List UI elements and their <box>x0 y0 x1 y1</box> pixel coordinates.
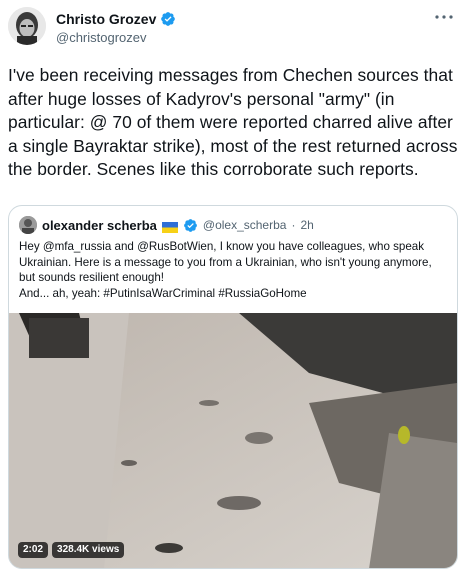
author-name-row: Christo Grozev <box>56 11 176 27</box>
author-name[interactable]: Christo Grozev <box>56 11 156 27</box>
quoted-author-name[interactable]: olexander scherba <box>42 218 157 233</box>
author-handle[interactable]: @christogrozev <box>56 30 176 45</box>
video-views: 328.4K views <box>52 542 125 558</box>
author-avatar-image <box>8 7 46 45</box>
quoted-text-line: And... ah, yeah: #PutinIsaWarCriminal #R… <box>19 286 307 300</box>
video-player[interactable]: 2:02 328.4K views <box>9 313 457 568</box>
ukraine-flag-icon <box>161 220 178 233</box>
quoted-verified-badge-icon <box>183 218 197 232</box>
tweet-header: Christo Grozev @christogrozev <box>8 7 458 47</box>
quoted-avatar-image <box>19 216 37 234</box>
author-avatar[interactable] <box>8 7 46 45</box>
separator-dot: · <box>291 218 296 232</box>
quoted-text-line: Hey @mfa_russia and @RusBotWien, I know … <box>19 240 432 284</box>
tweet-text: I've been receiving messages from Cheche… <box>8 65 458 179</box>
more-dots-icon[interactable] <box>434 13 454 21</box>
quoted-author-handle[interactable]: @olex_scherba <box>203 218 287 232</box>
verified-badge-icon <box>161 12 176 26</box>
video-duration: 2:02 <box>18 542 49 558</box>
quoted-tweet-text: Hey @mfa_russia and @RusBotWien, I know … <box>19 239 447 301</box>
quoted-author-avatar[interactable] <box>19 216 37 234</box>
quoted-tweet[interactable]: olexander scherba @olex_scherba · 2h Hey… <box>8 205 458 569</box>
tweet: Christo Grozev @christogrozev I've been … <box>0 0 466 578</box>
author-info: Christo Grozev @christogrozev <box>56 11 176 45</box>
quoted-tweet-header: olexander scherba @olex_scherba · 2h <box>19 216 314 234</box>
quoted-timestamp[interactable]: 2h <box>300 218 313 232</box>
video-thumbnail <box>9 313 457 568</box>
video-badges: 2:02 328.4K views <box>18 542 125 558</box>
